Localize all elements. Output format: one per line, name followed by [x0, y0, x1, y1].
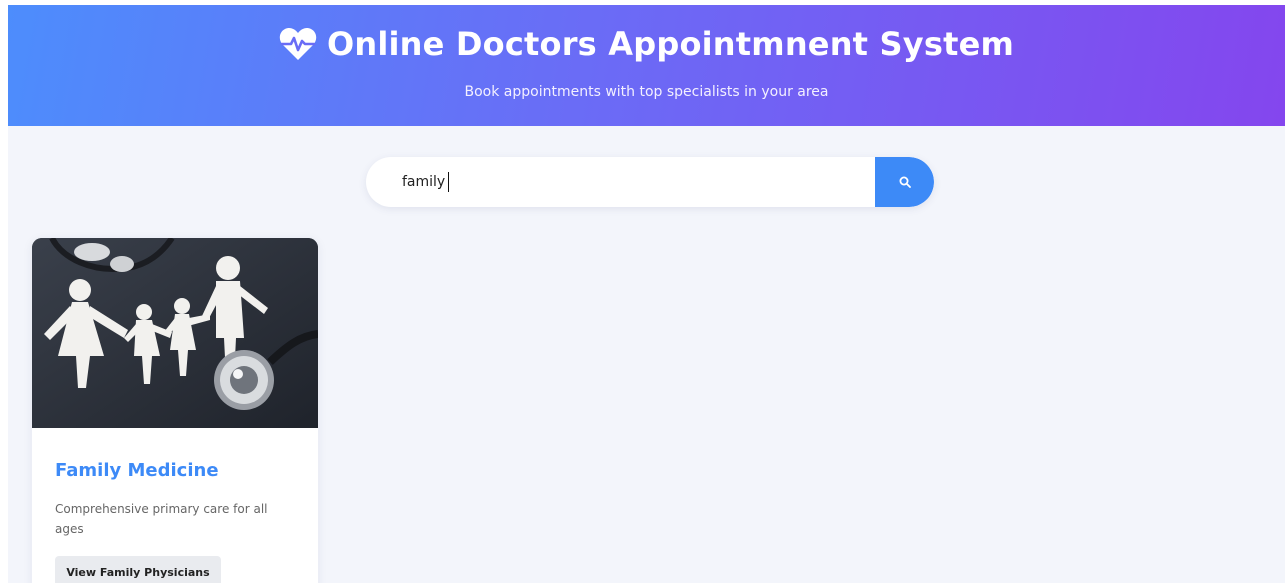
text-cursor	[448, 172, 449, 192]
page-subtitle: Book appointments with top specialists i…	[464, 84, 829, 100]
page: Online Doctors Appointmnent System Book …	[0, 0, 1285, 583]
card-description: Comprehensive primary care for all ages	[55, 502, 268, 536]
family-medicine-image	[32, 238, 318, 428]
page-header: Online Doctors Appointmnent System Book …	[8, 5, 1285, 126]
search-bar	[366, 157, 934, 207]
main-content: Family Medicine Comprehensive primary ca…	[8, 126, 1285, 583]
family-medicine-illustration	[32, 238, 318, 428]
header-title-row: Online Doctors Appointmnent System	[8, 23, 1285, 65]
search-button[interactable]	[875, 157, 934, 207]
specialty-card: Family Medicine Comprehensive primary ca…	[32, 238, 318, 583]
view-family-physicians-button[interactable]: View Family Physicians	[55, 556, 221, 583]
page-title: Online Doctors Appointmnent System	[326, 25, 1015, 63]
search-icon	[899, 176, 911, 188]
card-title: Family Medicine	[55, 460, 219, 481]
heartbeat-icon	[279, 27, 317, 60]
search-input[interactable]	[366, 157, 875, 207]
